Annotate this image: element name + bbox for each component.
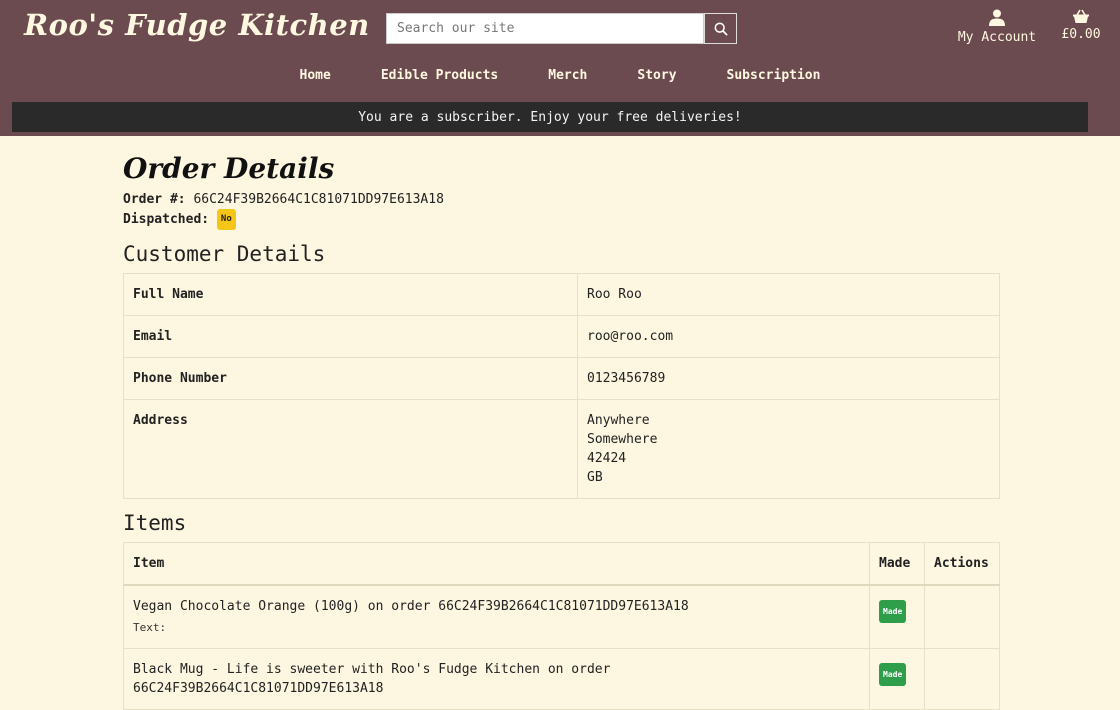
dispatched-badge: No xyxy=(216,209,236,230)
page-title: Order Details xyxy=(123,152,335,185)
basket-link[interactable]: £0.00 xyxy=(1056,9,1106,42)
item-cell: Vegan Chocolate Orange (100g) on order 6… xyxy=(123,584,870,649)
nav-home[interactable]: Home xyxy=(275,66,356,85)
table-row: Phone Number 0123456789 xyxy=(123,357,1000,400)
table-row: Address Anywhere Somewhere 42424 GB xyxy=(123,399,1000,499)
order-meta: Order #: 66C24F39B2664C1C81071DD97E613A1… xyxy=(123,190,1000,230)
customer-details-heading: Customer Details xyxy=(123,242,326,266)
nav-edible-products[interactable]: Edible Products xyxy=(356,66,523,85)
table-row: Black Mug - Life is sweeter with Roo's F… xyxy=(123,648,1000,710)
column-header-made: Made xyxy=(869,542,925,586)
search-bar xyxy=(386,13,737,44)
subscriber-banner: You are a subscriber. Enjoy your free de… xyxy=(12,102,1088,132)
main-content: Order Details Order #: 66C24F39B2664C1C8… xyxy=(123,150,1000,710)
order-number-label: Order #: xyxy=(123,192,186,207)
item-name: Vegan Chocolate Orange (100g) on order 6… xyxy=(133,599,689,614)
my-account-link[interactable]: My Account xyxy=(955,9,1039,45)
made-badge: Made xyxy=(879,600,907,623)
actions-cell xyxy=(924,648,1000,710)
address-value: Anywhere Somewhere 42424 GB xyxy=(577,399,1000,499)
table-row: Full Name Roo Roo xyxy=(123,273,1000,316)
address-label: Address xyxy=(123,399,578,499)
order-number-row: Order #: 66C24F39B2664C1C81071DD97E613A1… xyxy=(123,190,1000,209)
search-button[interactable] xyxy=(704,13,737,44)
column-header-actions: Actions xyxy=(924,542,1000,586)
address-line: Somewhere xyxy=(587,432,658,447)
nav-story[interactable]: Story xyxy=(612,66,701,85)
main-nav: Home Edible Products Merch Story Subscri… xyxy=(0,66,1120,85)
basket-total: £0.00 xyxy=(1061,27,1101,42)
item-cell: Black Mug - Life is sweeter with Roo's F… xyxy=(123,648,870,710)
my-account-label: My Account xyxy=(957,30,1037,45)
nav-merch[interactable]: Merch xyxy=(523,66,612,85)
address-line: GB xyxy=(587,470,603,485)
items-heading: Items xyxy=(123,511,187,535)
phone-value: 0123456789 xyxy=(577,357,1000,400)
customer-details-table: Full Name Roo Roo Email roo@roo.com Phon… xyxy=(123,273,1000,499)
dispatched-label: Dispatched: xyxy=(123,212,210,227)
dispatched-row: Dispatched: No xyxy=(123,209,1000,230)
made-cell: Made xyxy=(869,584,925,649)
search-input[interactable] xyxy=(386,13,704,44)
email-label: Email xyxy=(123,315,578,358)
order-number: 66C24F39B2664C1C81071DD97E613A18 xyxy=(193,192,444,207)
item-name: Black Mug - Life is sweeter with Roo's F… xyxy=(133,662,611,696)
made-cell: Made xyxy=(869,648,925,710)
table-row: Email roo@roo.com xyxy=(123,315,1000,358)
nav-subscription[interactable]: Subscription xyxy=(702,66,846,85)
basket-icon xyxy=(1073,9,1089,23)
full-name-value: Roo Roo xyxy=(577,273,1000,316)
actions-cell xyxy=(924,584,1000,649)
site-header: Roo's Fudge Kitchen My Account £0.00 Hom… xyxy=(0,0,1120,136)
item-text-label: Text: xyxy=(133,621,167,634)
full-name-label: Full Name xyxy=(123,273,578,316)
phone-label: Phone Number xyxy=(123,357,578,400)
table-row: Vegan Chocolate Orange (100g) on order 6… xyxy=(123,584,1000,649)
banner-text: You are a subscriber. Enjoy your free de… xyxy=(358,109,742,125)
site-logo[interactable]: Roo's Fudge Kitchen xyxy=(24,8,370,42)
made-badge: Made xyxy=(879,663,907,686)
address-line: Anywhere xyxy=(587,413,650,428)
email-value: roo@roo.com xyxy=(577,315,1000,358)
items-table: Item Made Actions Vegan Chocolate Orange… xyxy=(123,542,1000,710)
user-icon xyxy=(989,9,1005,26)
search-icon xyxy=(714,22,728,36)
table-header-row: Item Made Actions xyxy=(123,542,1000,586)
column-header-item: Item xyxy=(123,542,870,586)
address-line: 42424 xyxy=(587,451,627,466)
